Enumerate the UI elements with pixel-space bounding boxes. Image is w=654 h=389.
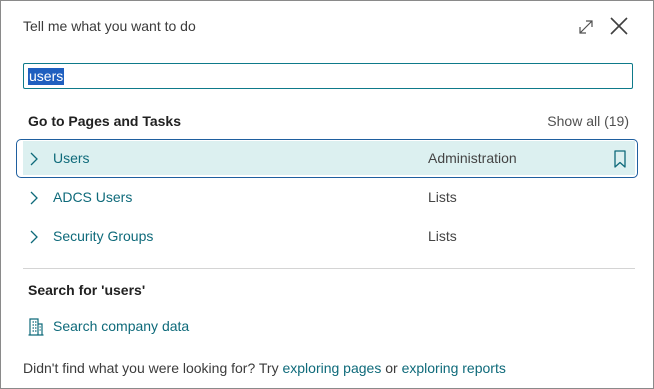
exploring-pages-link[interactable]: exploring pages [282, 360, 381, 376]
result-label: Users [53, 150, 90, 166]
result-category: Lists [428, 228, 457, 244]
chevron-right-icon [29, 191, 39, 205]
result-label: Security Groups [53, 228, 154, 244]
tell-me-dialog: Tell me what you want to do users Go to … [0, 0, 654, 389]
result-label: ADCS Users [53, 189, 133, 205]
result-category: Lists [428, 189, 457, 205]
search-input-value: users [28, 68, 65, 85]
search-input[interactable]: users [23, 63, 633, 89]
footer-middle: or [381, 360, 402, 376]
expand-icon[interactable] [576, 17, 596, 37]
close-icon[interactable] [608, 15, 630, 37]
search-section-title: Search for 'users' [28, 282, 146, 298]
chevron-right-icon [29, 152, 39, 166]
result-row-adcs-users[interactable]: ADCS Users Lists [23, 180, 635, 214]
show-all-link[interactable]: Show all (19) [547, 113, 629, 129]
result-row-security-groups[interactable]: Security Groups Lists [23, 219, 635, 253]
footer-prefix: Didn't find what you were looking for? T… [23, 360, 283, 376]
result-category: Administration [428, 150, 517, 166]
chevron-right-icon [29, 230, 39, 244]
dialog-title: Tell me what you want to do [23, 18, 196, 34]
pages-section-title: Go to Pages and Tasks [28, 113, 182, 129]
section-divider [23, 268, 635, 269]
bookmark-icon[interactable] [613, 150, 627, 168]
exploring-reports-link[interactable]: exploring reports [402, 360, 506, 376]
footer-text: Didn't find what you were looking for? T… [23, 360, 506, 376]
building-icon [28, 318, 44, 336]
search-company-data-label: Search company data [53, 318, 190, 334]
result-row-users[interactable]: Users Administration [23, 141, 635, 175]
